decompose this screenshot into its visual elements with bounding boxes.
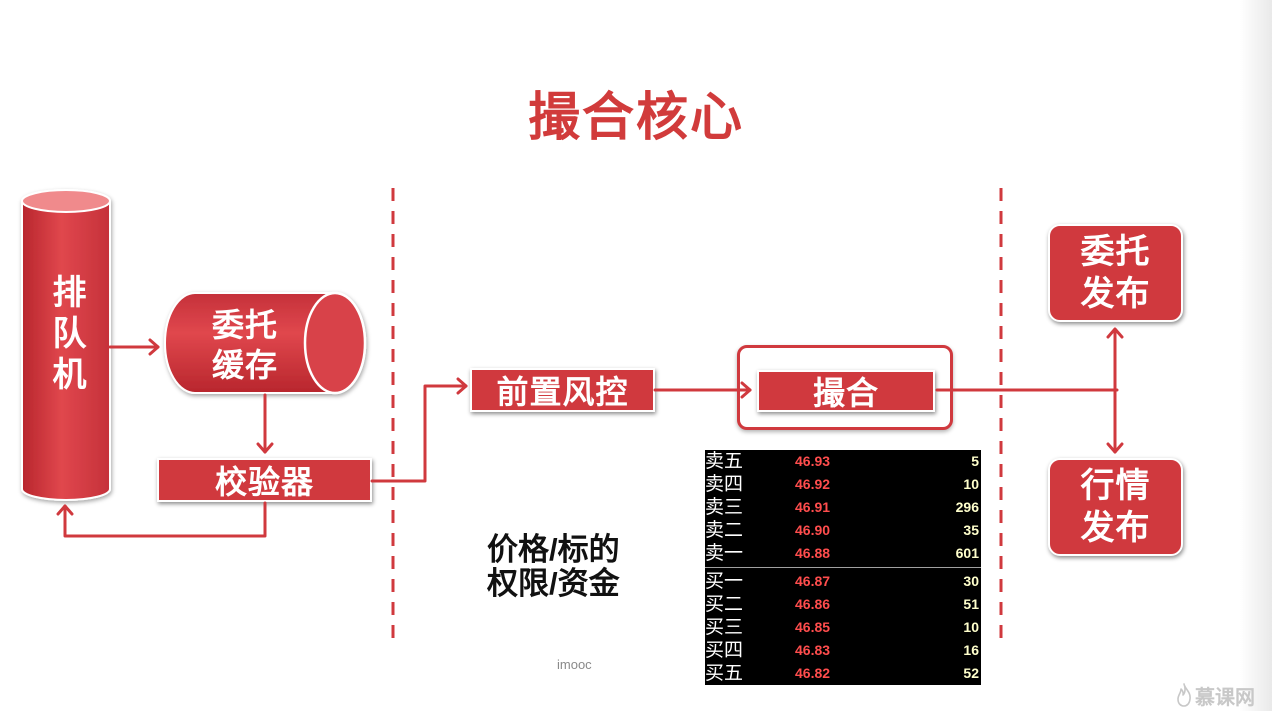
bid-row: 买五 46.82 52 xyxy=(705,662,981,685)
pre-trade-risk-label: 前置风控 xyxy=(496,374,629,410)
queue-machine-top xyxy=(21,189,111,213)
bid-level-label: 买二 xyxy=(705,593,744,615)
bid-row: 买二 46.86 51 xyxy=(705,593,981,616)
ask-row: 卖一 46.88 601 xyxy=(705,542,981,565)
order-cache-label-line-2: 缓存 xyxy=(211,347,278,383)
queue-machine-label-wrap: 排队机 xyxy=(22,270,110,400)
flame-logo-icon xyxy=(1177,683,1191,707)
risk-check-line-1: 价格/标的 xyxy=(487,532,620,567)
ask-level-label: 卖五 xyxy=(705,450,744,472)
ask-level-label: 卖四 xyxy=(705,473,744,495)
watermark: 慕课网 xyxy=(1176,682,1255,709)
order-book-divider xyxy=(705,567,981,568)
risk-check-line-2: 权限/资金 xyxy=(487,566,620,601)
ask-volume: 5 xyxy=(971,453,979,469)
ask-row: 卖二 46.90 35 xyxy=(705,519,981,542)
ask-price: 46.88 xyxy=(795,545,831,561)
bid-price: 46.85 xyxy=(795,619,831,635)
validator-node: 校验器 xyxy=(157,458,372,502)
matching-label: 撮合 xyxy=(812,375,879,411)
watermark-text: 慕课网 xyxy=(1195,686,1255,709)
market-data-publish-label-line-2: 发布 xyxy=(1080,509,1151,547)
bid-volume: 10 xyxy=(963,619,979,635)
bid-level-label: 买三 xyxy=(705,616,744,638)
ask-price: 46.90 xyxy=(795,522,831,538)
ask-price: 46.91 xyxy=(795,499,831,515)
ask-row: 卖五 46.93 5 xyxy=(705,450,981,473)
bid-volume: 30 xyxy=(963,573,979,589)
queue-machine-label: 排队机 xyxy=(47,273,85,397)
ask-volume: 35 xyxy=(963,522,979,538)
order-publish-node: 委托 发布 xyxy=(1048,224,1183,322)
bid-price: 46.86 xyxy=(795,596,831,612)
matching-node: 撮合 xyxy=(757,370,935,412)
slide: 撮合核心 排队机 委托 缓存 校验器 前置风控 撮合 委托 发布 行情 发布 价… xyxy=(0,0,1272,711)
bid-level-label: 买一 xyxy=(705,570,744,592)
risk-check-text: 价格/标的 权限/资金 xyxy=(487,533,620,601)
order-book: 卖五 46.93 5 卖四 46.92 10 卖三 46.91 296 卖二 4… xyxy=(705,450,981,685)
ask-level-label: 卖一 xyxy=(705,542,744,564)
bid-price: 46.82 xyxy=(795,665,831,681)
ask-volume: 601 xyxy=(955,545,979,561)
ask-price: 46.93 xyxy=(795,453,831,469)
bid-price: 46.87 xyxy=(795,573,831,589)
ask-level-label: 卖二 xyxy=(705,519,744,541)
course-mark: imooc xyxy=(557,657,592,672)
order-publish-label-line-2: 发布 xyxy=(1080,275,1151,313)
market-data-publish-label-line-1: 行情 xyxy=(1080,467,1151,505)
order-cache-end-face xyxy=(303,291,367,395)
order-publish-label-line-1: 委托 xyxy=(1080,233,1151,271)
bid-row: 买三 46.85 10 xyxy=(705,616,981,639)
bid-level-label: 买四 xyxy=(705,639,744,661)
validator-label: 校验器 xyxy=(214,464,314,500)
ask-price: 46.92 xyxy=(795,476,831,492)
order-cache-label: 委托 缓存 xyxy=(180,305,310,385)
market-data-publish-node: 行情 发布 xyxy=(1048,458,1183,556)
ask-volume: 296 xyxy=(955,499,979,515)
bid-volume: 16 xyxy=(963,642,979,658)
pre-trade-risk-node: 前置风控 xyxy=(470,368,655,412)
ask-volume: 10 xyxy=(963,476,979,492)
bid-price: 46.83 xyxy=(795,642,831,658)
order-cache-label-line-1: 委托 xyxy=(211,307,278,343)
page-title: 撮合核心 xyxy=(527,89,744,147)
bid-volume: 51 xyxy=(963,596,979,612)
bid-row: 买一 46.87 30 xyxy=(705,570,981,593)
bid-volume: 52 xyxy=(963,665,979,681)
ask-row: 卖四 46.92 10 xyxy=(705,473,981,496)
bid-row: 买四 46.83 16 xyxy=(705,639,981,662)
bid-level-label: 买五 xyxy=(705,662,744,684)
ask-row: 卖三 46.91 296 xyxy=(705,496,981,519)
ask-level-label: 卖三 xyxy=(705,496,744,518)
